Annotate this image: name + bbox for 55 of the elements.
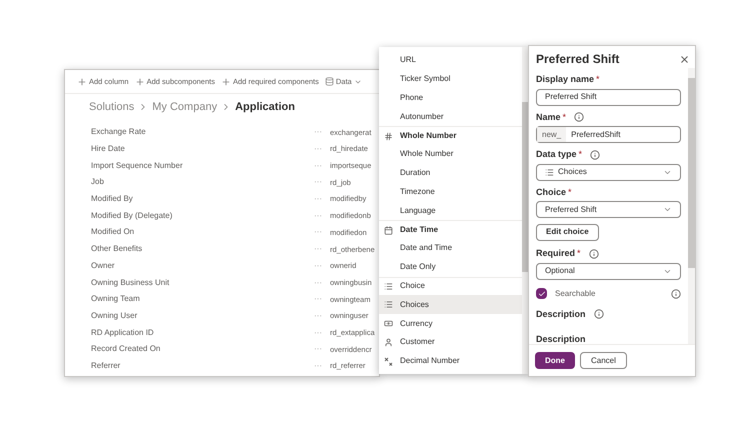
list-option[interactable]: Language — [379, 201, 522, 220]
edit-choice-button[interactable]: Edit choice — [536, 224, 599, 240]
column-name[interactable]: Referrer — [91, 360, 314, 372]
checkbox-label: Searchable — [555, 288, 596, 300]
breadcrumb-link[interactable]: My Company — [152, 98, 218, 116]
list-option[interactable]: Duration — [379, 164, 522, 183]
required-mark: * — [568, 186, 572, 198]
field-label: Data type — [536, 148, 577, 161]
field-label: Display name — [536, 73, 594, 86]
list-option[interactable]: Whole Number — [379, 144, 522, 164]
column-name[interactable]: Hire Date — [91, 143, 314, 156]
field-label: Choice — [536, 186, 566, 198]
breadcrumb-link[interactable]: Application — [235, 98, 295, 116]
column-name[interactable]: Owner — [91, 260, 314, 272]
dropdown-field[interactable]: Preferred Shift — [536, 201, 681, 218]
dropdown-field[interactable]: Optional — [536, 262, 681, 280]
required-mark: * — [596, 73, 600, 86]
column-name[interactable]: Owning Team — [91, 293, 314, 306]
list-option[interactable]: Date Only — [379, 258, 522, 277]
dropdown-field[interactable]: Choices — [536, 164, 681, 180]
breadcrumb-link[interactable]: Solutions — [89, 98, 134, 116]
column-name[interactable]: Modified By (Delegate) — [91, 210, 314, 222]
text-field[interactable]: Preferred Shift — [536, 88, 681, 106]
list-option[interactable]: Choices — [379, 295, 522, 314]
list-option[interactable]: Autonumber — [379, 107, 522, 126]
column-name[interactable]: Owning User — [91, 310, 314, 322]
panel-title: Preferred Shift — [536, 51, 620, 68]
column-name[interactable]: Other Benefits — [91, 243, 314, 256]
field-label: Name — [536, 110, 561, 124]
column-name[interactable]: Job — [91, 176, 314, 188]
cancel-button[interactable]: Cancel — [580, 352, 627, 369]
list-option[interactable]: Ticker Symbol — [379, 70, 522, 89]
list-option[interactable]: Currency — [379, 314, 522, 333]
list-option[interactable]: Decimal Number — [379, 352, 522, 371]
field-label: Required — [536, 247, 576, 260]
list-option[interactable]: Phone — [379, 88, 522, 108]
required-mark: * — [578, 148, 582, 161]
column-name[interactable]: Import Sequence Number — [91, 160, 314, 172]
field-label: Description — [536, 334, 586, 344]
column-name[interactable]: RD Application ID — [91, 326, 314, 339]
column-name[interactable]: Owning Business Unit — [91, 276, 314, 289]
list-option[interactable]: Date and Time — [379, 238, 522, 258]
done-button[interactable]: Done — [535, 352, 575, 369]
required-mark: * — [577, 247, 581, 260]
required-mark: * — [562, 110, 566, 124]
prefix-label: new_ — [537, 127, 566, 142]
column-name[interactable]: Modified On — [91, 226, 314, 238]
list-option[interactable]: URL — [379, 51, 522, 70]
column-name[interactable]: Exchange Rate — [91, 126, 314, 138]
name-field[interactable]: new_ PreferredShift — [536, 126, 681, 143]
column-name[interactable]: Record Created On — [91, 343, 314, 356]
field-label: Description — [536, 308, 586, 321]
list-option[interactable]: Customer — [379, 332, 522, 352]
column-name[interactable]: Modified By — [91, 193, 314, 206]
list-option[interactable]: Timezone — [379, 182, 522, 202]
